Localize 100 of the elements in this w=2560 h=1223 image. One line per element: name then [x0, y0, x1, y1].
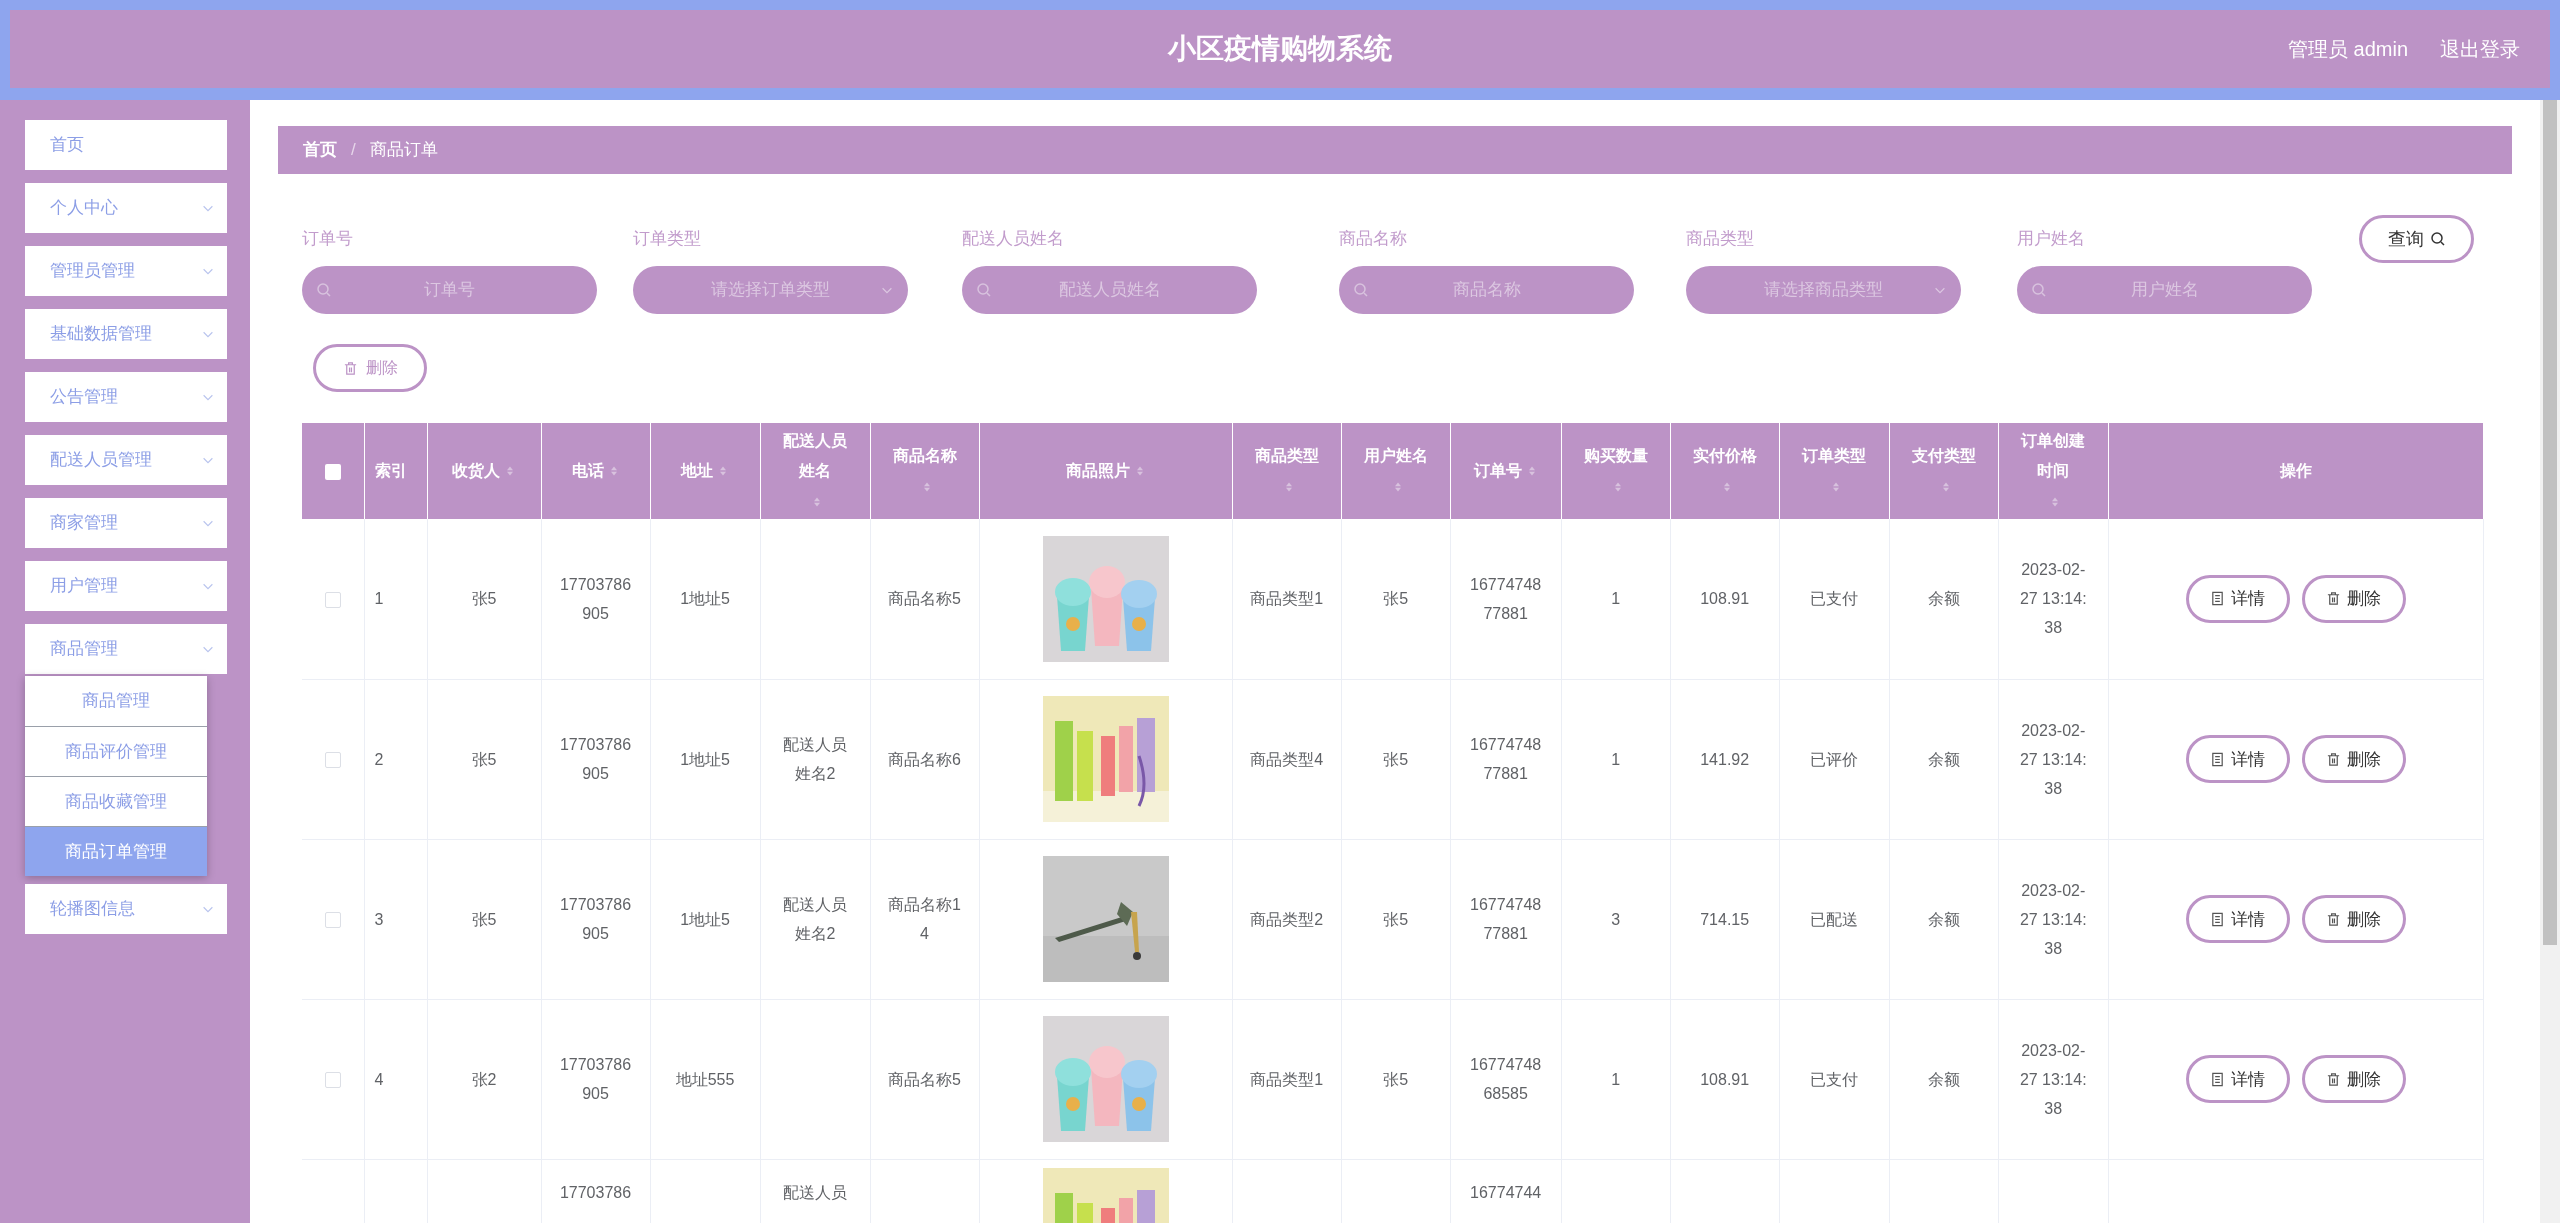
search-icon	[2031, 282, 2047, 298]
table-cell: 张2	[471, 1070, 497, 1088]
field-label: 商品类型	[1686, 228, 1755, 246]
search-icon	[2429, 231, 2446, 247]
column-header[interactable]: 商品照片	[1065, 456, 1130, 487]
submenu-item[interactable]: 商品订单管理	[25, 826, 207, 876]
sidebar-item[interactable]: 基础数据管理	[25, 309, 227, 359]
breadcrumb-item[interactable]: 首页	[303, 137, 337, 163]
table-cell: 1677474868585	[1470, 1056, 1542, 1102]
trash-icon	[2326, 751, 2342, 767]
table-cell: 余额	[1927, 590, 1960, 608]
column-header[interactable]: 商品名称	[892, 441, 957, 472]
column-header[interactable]: 收货人	[452, 456, 500, 487]
trash-icon	[2326, 591, 2342, 607]
field-label: 用户姓名	[2017, 228, 2086, 246]
column-header[interactable]: 订单号	[1473, 456, 1522, 487]
column-header[interactable]: 配送人员姓名	[780, 426, 850, 486]
details-button[interactable]: 详情	[2185, 895, 2290, 943]
logout-link[interactable]: 退出登录	[2440, 34, 2520, 64]
delete-button[interactable]: 删除	[313, 344, 427, 392]
checkbox[interactable]	[324, 751, 341, 768]
details-button[interactable]: 详情	[2185, 735, 2290, 783]
column-header[interactable]: 支付类型	[1911, 441, 1976, 472]
delete-button[interactable]: 删除	[2301, 895, 2406, 943]
column-header[interactable]: 商品类型	[1254, 441, 1319, 472]
table-cell: 17703786905	[559, 575, 632, 622]
field-label: 订单号	[302, 228, 354, 246]
breadcrumb-item: 商品订单	[369, 139, 438, 162]
table-cell: 张5	[1383, 590, 1409, 608]
breadcrumb-separator: /	[351, 139, 356, 162]
sidebar-item[interactable]: 轮播图信息	[25, 884, 227, 934]
table-cell: 张5	[1383, 1070, 1409, 1088]
table-cell: 4	[374, 1070, 384, 1088]
checkbox[interactable]	[324, 463, 341, 480]
column-header[interactable]: 电话	[571, 456, 604, 487]
table-cell: 3	[1611, 910, 1621, 928]
app-title: 小区疫情购物系统	[1168, 32, 1392, 66]
table-cell: 1地址5	[680, 750, 730, 768]
document-icon	[2210, 1071, 2226, 1087]
trash-icon	[342, 360, 358, 376]
details-button[interactable]: 详情	[2185, 1055, 2290, 1103]
table-cell: 配送人员姓名2	[783, 896, 848, 942]
submenu-item[interactable]: 商品评价管理	[25, 726, 207, 776]
column-header[interactable]: 实付价格	[1692, 441, 1757, 472]
table-cell: 2023-02-27 13:14:38	[2019, 1041, 2087, 1117]
table-cell: 17703786905	[559, 896, 632, 942]
sidebar-item[interactable]: 商品管理	[25, 624, 227, 674]
column-header: 操作	[2279, 461, 2312, 482]
sidebar-item[interactable]: 首页	[25, 120, 227, 170]
submenu-item[interactable]: 商品收藏管理	[25, 776, 207, 826]
delete-button[interactable]: 删除	[2301, 735, 2406, 783]
table-cell: 已支付	[1810, 1070, 1859, 1088]
table-cell: 已配送	[1810, 910, 1859, 928]
table-cell: 1地址5	[680, 590, 730, 608]
scrollbar[interactable]	[2540, 100, 2560, 1223]
field-label: 订单类型	[633, 228, 702, 246]
table-cell: 16774744	[1470, 1183, 1542, 1201]
table-cell: 2023-02-27 13:14:38	[2019, 721, 2087, 797]
table-cell: 1677474877881	[1470, 736, 1542, 782]
column-header[interactable]: 地址	[681, 456, 714, 487]
checkbox[interactable]	[324, 591, 341, 608]
table-cell: 2023-02-27 13:14:38	[2019, 561, 2087, 637]
checkbox[interactable]	[324, 1071, 341, 1088]
table-cell: 1677474877881	[1470, 575, 1542, 622]
column-header[interactable]: 购买数量	[1583, 441, 1648, 472]
sidebar-item[interactable]: 配送人员管理	[25, 435, 227, 485]
table-cell: 商品类型1	[1250, 1070, 1324, 1088]
delete-button[interactable]: 删除	[2301, 1055, 2406, 1103]
delete-button[interactable]: 删除	[2301, 574, 2406, 623]
sidebar-item[interactable]: 商家管理	[25, 498, 227, 548]
column-header[interactable]: 用户姓名	[1363, 441, 1428, 472]
sidebar-item[interactable]: 管理员管理	[25, 246, 227, 296]
table-cell: 张5	[1383, 910, 1409, 928]
user-label: 管理员 admin	[2287, 37, 2408, 62]
table-cell: 已评价	[1810, 750, 1859, 768]
table-cell: 17703786	[559, 1183, 632, 1201]
sidebar-item[interactable]: 用户管理	[25, 561, 227, 611]
table-cell: 张5	[471, 750, 497, 768]
trash-icon	[2326, 911, 2342, 927]
table-cell: 714.15	[1700, 910, 1750, 928]
table-cell: 1	[374, 590, 384, 608]
table-cell: 商品名称5	[888, 1070, 961, 1088]
table-cell: 108.91	[1700, 590, 1750, 608]
submenu-item[interactable]: 商品管理	[25, 676, 207, 726]
table-cell: 1	[1611, 1070, 1621, 1088]
column-header[interactable]: 订单创建时间	[2018, 426, 2088, 486]
table-cell: 商品类型1	[1250, 590, 1324, 608]
table-cell: 商品名称5	[888, 590, 961, 608]
table-cell: 1	[1611, 590, 1621, 608]
search-icon	[1353, 282, 1369, 298]
table-cell: 2023-02-27 13:14:38	[2019, 881, 2087, 957]
sidebar-item[interactable]: 个人中心	[25, 183, 227, 233]
checkbox[interactable]	[324, 911, 341, 928]
table-cell: 141.92	[1700, 750, 1750, 768]
table-cell: 配送人员	[783, 1183, 848, 1201]
table-cell: 2	[374, 750, 384, 768]
sidebar-item[interactable]: 公告管理	[25, 372, 227, 422]
column-header[interactable]: 订单类型	[1802, 441, 1867, 472]
details-button[interactable]: 详情	[2185, 574, 2290, 623]
query-button[interactable]: 查询	[2359, 215, 2474, 263]
